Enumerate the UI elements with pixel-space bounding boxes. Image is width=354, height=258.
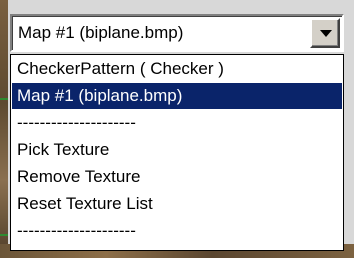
grid-line-marker (0, 98, 8, 100)
grid-line-marker (0, 234, 8, 236)
list-item-pick-texture[interactable]: Pick Texture (12, 137, 342, 163)
list-item-reset-texture-list[interactable]: Reset Texture List (12, 191, 342, 217)
list-separator: --------------------- (17, 113, 136, 132)
list-item-remove-texture[interactable]: Remove Texture (12, 164, 342, 190)
texture-combo-box[interactable]: Map #1 (biplane.bmp) (10, 14, 344, 52)
list-separator: --------------------- (17, 221, 136, 240)
combo-selected-value: Map #1 (biplane.bmp) (18, 23, 184, 42)
chevron-down-icon (320, 30, 332, 37)
list-item-checker-pattern[interactable]: CheckerPattern ( Checker ) (12, 56, 342, 82)
combo-dropdown-button[interactable] (310, 18, 340, 48)
viewport-image-edge (0, 0, 8, 258)
list-item-map-1-selected[interactable]: Map #1 (biplane.bmp) (12, 83, 342, 109)
texture-dropdown-list[interactable]: CheckerPattern ( Checker ) Map #1 (bipla… (10, 54, 344, 251)
